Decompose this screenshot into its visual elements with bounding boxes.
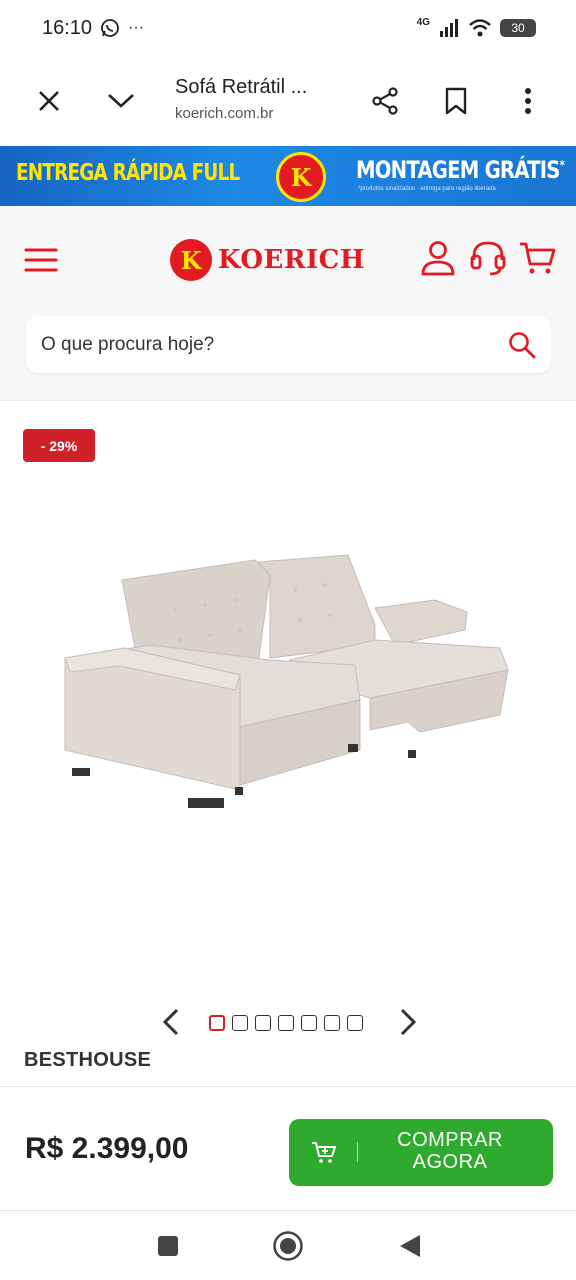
close-icon (39, 91, 59, 111)
user-account-icon[interactable] (418, 238, 458, 278)
signal-icon (440, 19, 458, 37)
hamburger-menu-icon[interactable] (22, 242, 62, 278)
promo-fast-delivery: ENTREGA RÁPIDA FULL (16, 160, 240, 186)
carousel-dot[interactable] (255, 1015, 271, 1031)
site-header: K KOERICH O que procura hoje? (0, 206, 576, 401)
promo-free-assembly: MONTAGEM GRÁTIS* (356, 156, 565, 184)
bookmark-icon (445, 87, 467, 115)
search-placeholder: O que procura hoje? (41, 333, 215, 355)
product-brand[interactable]: BESTHOUSE (24, 1049, 151, 1072)
page-title: Sofá Retrátil ... (175, 76, 308, 98)
koerich-logo[interactable]: K KOERICH (170, 239, 365, 281)
promo-free-assembly-text: MONTAGEM GRÁTIS (356, 156, 560, 184)
more-vert-icon (525, 88, 531, 114)
carousel-dot[interactable] (301, 1015, 317, 1031)
status-left: 16:10 ··· (42, 17, 144, 40)
headset-support-icon[interactable] (468, 238, 508, 278)
logo-text: KOERICH (218, 245, 365, 275)
minimize-button[interactable] (99, 79, 143, 123)
status-right: 4G 30 (416, 16, 536, 38)
buy-label-line2: AGORA (412, 1151, 488, 1173)
carousel-dot[interactable] (209, 1015, 225, 1031)
recents-icon (158, 1236, 178, 1256)
image-carousel (0, 1004, 576, 1040)
carousel-dot[interactable] (278, 1015, 294, 1031)
share-icon (372, 87, 398, 115)
more-notifications: ··· (128, 19, 145, 36)
add-to-cart-icon (312, 1142, 336, 1163)
divider (0, 1086, 576, 1087)
status-time: 16:10 (42, 16, 93, 39)
whatsapp-icon (101, 19, 119, 37)
page-info[interactable]: Sofá Retrátil ... koerich.com.br (175, 76, 345, 122)
buy-button-separator (357, 1142, 358, 1162)
close-button[interactable] (27, 79, 71, 123)
battery-icon: 30 (500, 19, 536, 37)
home-button[interactable] (271, 1229, 305, 1263)
carousel-dot[interactable] (232, 1015, 248, 1031)
wifi-icon (469, 19, 491, 37)
product-price: R$ 2.399,00 (25, 1132, 189, 1165)
system-nav-bar (0, 1210, 576, 1280)
discount-badge: - 29% (23, 429, 95, 462)
promo-banner[interactable]: ENTREGA RÁPIDA FULL K MONTAGEM GRÁTIS* *… (0, 146, 576, 206)
promo-asterisk: * (559, 158, 565, 172)
search-icon[interactable] (507, 330, 537, 360)
promo-logo-letter: K (290, 162, 312, 192)
carousel-dot[interactable] (324, 1015, 340, 1031)
carousel-next-arrow-icon[interactable] (392, 1006, 422, 1038)
search-input[interactable]: O que procura hoje? (26, 316, 551, 373)
buy-now-button[interactable]: COMPRAR AGORA (289, 1119, 553, 1186)
share-button[interactable] (363, 79, 407, 123)
page-url: koerich.com.br (175, 105, 274, 122)
buy-now-label: COMPRAR AGORA (385, 1129, 515, 1173)
back-icon (400, 1235, 420, 1257)
back-button[interactable] (393, 1229, 427, 1263)
promo-logo: K (276, 152, 326, 202)
more-options-button[interactable] (506, 79, 550, 123)
carousel-dots (209, 1015, 363, 1031)
cart-icon[interactable] (518, 238, 558, 278)
buy-label-line1: COMPRAR (397, 1129, 503, 1151)
network-type: 4G (416, 16, 430, 28)
browser-bar: Sofá Retrátil ... koerich.com.br (0, 56, 576, 146)
promo-fine-print: *produtos sinalizados · entrega para reg… (358, 186, 496, 192)
logo-letter: K (180, 245, 202, 275)
bookmark-button[interactable] (434, 79, 478, 123)
chevron-down-icon (108, 94, 134, 108)
home-icon (273, 1231, 303, 1261)
sofa-image[interactable] (30, 500, 550, 840)
status-bar: 16:10 ··· 4G 30 (0, 0, 576, 56)
logo-mark: K (170, 239, 212, 281)
carousel-dot[interactable] (347, 1015, 363, 1031)
battery-level: 30 (511, 21, 525, 35)
recents-button[interactable] (151, 1229, 185, 1263)
carousel-prev-arrow-icon[interactable] (157, 1006, 187, 1038)
